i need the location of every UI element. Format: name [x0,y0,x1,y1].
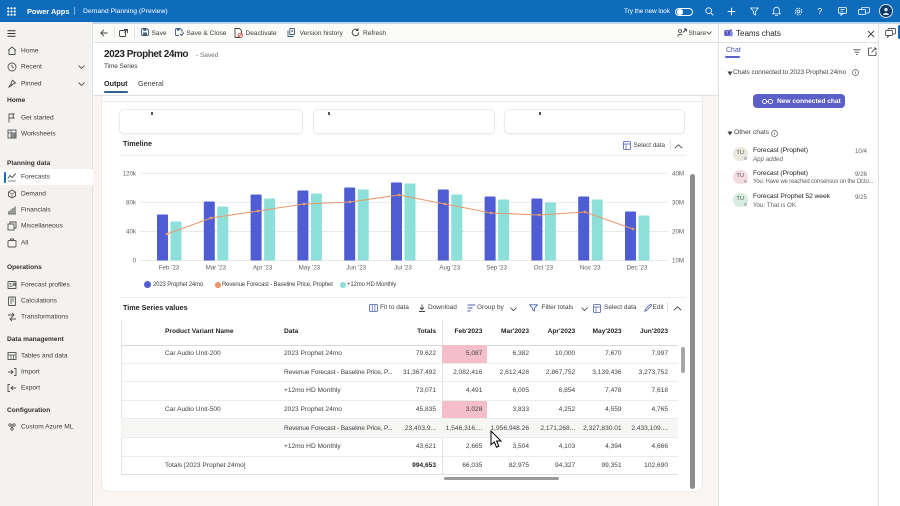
svg-text:Mar '23: Mar '23 [206,265,227,272]
svg-text:0: 0 [133,258,137,265]
svg-text:Oct '23: Oct '23 [534,265,554,272]
svg-text:Nov '23: Nov '23 [580,265,601,272]
svg-text:May '23: May '23 [299,265,321,272]
svg-text:20M: 20M [672,229,684,236]
svg-text:Jun '23: Jun '23 [346,265,366,272]
svg-text:40M: 40M [672,171,684,178]
svg-text:120k: 120k [123,171,137,178]
svg-text:Aug '23: Aug '23 [439,265,460,272]
svg-text:30M: 30M [672,200,684,207]
svg-text:10M: 10M [672,258,684,265]
svg-text:T: T [726,31,729,36]
svg-text:Dec '23: Dec '23 [627,265,648,272]
svg-text:40k: 40k [126,229,137,236]
svg-text:Jul '23: Jul '23 [394,265,412,272]
svg-text:Feb '23: Feb '23 [159,265,180,272]
svg-text:Sep '23: Sep '23 [486,265,507,272]
svg-text:80k: 80k [126,200,137,207]
svg-text:Apr '23: Apr '23 [253,265,273,272]
